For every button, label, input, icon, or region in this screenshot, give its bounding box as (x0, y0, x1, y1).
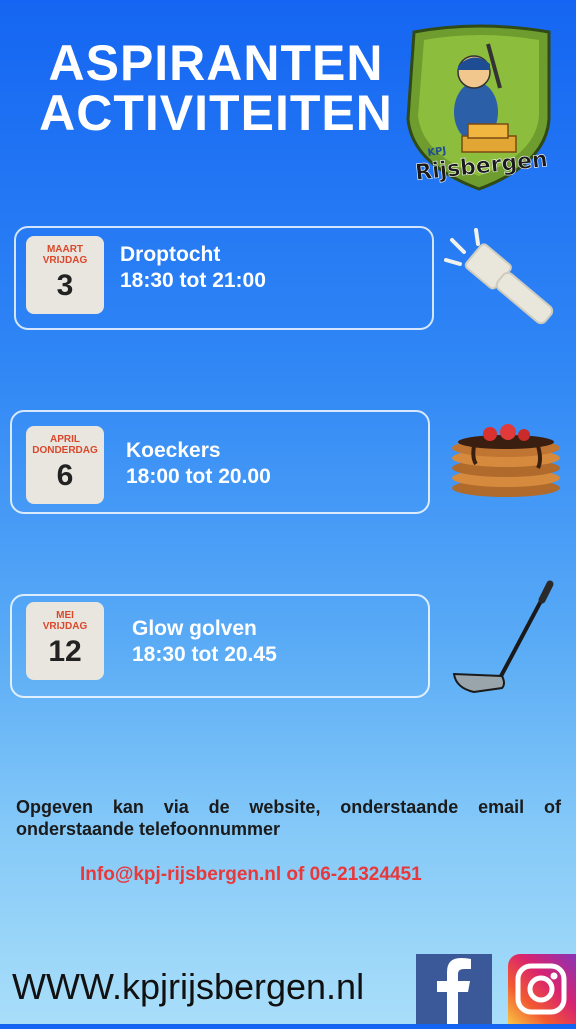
golf-club-icon (452, 580, 554, 694)
date-day: 6 (56, 459, 74, 492)
date-weekday: VRIJDAG (42, 255, 88, 266)
facebook-icon (437, 958, 471, 1024)
title-line-2: ACTIVITEITEN (39, 85, 393, 141)
event-name: Koeckers (126, 439, 221, 462)
event-time: 18:00 tot 20.00 (126, 465, 271, 488)
date-weekday: DONDERDAG (32, 445, 98, 456)
event-name: Glow golven (132, 617, 257, 640)
date-day: 12 (48, 635, 82, 668)
event-time: 18:30 tot 20.45 (132, 643, 277, 666)
date-month: MEI (56, 610, 74, 621)
contact-link[interactable]: Info@kpj-rijsbergen.nl of 06-21324451 (80, 864, 422, 886)
event-card-koeckers: APRIL DONDERDAG 6 Koeckers 18:00 tot 20.… (10, 410, 430, 514)
flashlight-icon (444, 228, 554, 325)
signup-info: Opgeven kan via de website, onderstaande… (16, 797, 561, 839)
date-badge: APRIL DONDERDAG 6 (26, 426, 104, 504)
title-line-1: ASPIRANTEN (48, 35, 384, 91)
event-card-droptocht: MAART VRIJDAG 3 Droptocht 18:30 tot 21:0… (14, 226, 434, 330)
date-badge: MEI VRIJDAG 12 (26, 602, 104, 680)
website-link[interactable]: WWW.kpjrijsbergen.nl (12, 966, 364, 1008)
instagram-icon (515, 963, 567, 1015)
event-card-glow-golven: MEI VRIJDAG 12 Glow golven 18:30 tot 20.… (10, 594, 430, 698)
pancakes-icon (452, 424, 560, 497)
instagram-button[interactable] (508, 954, 576, 1024)
date-month: APRIL (50, 434, 80, 445)
date-month: MAART (46, 244, 84, 255)
facebook-button[interactable] (416, 954, 492, 1024)
date-badge: MAART VRIJDAG 3 (26, 236, 104, 314)
page-title: ASPIRANTEN ACTIVITEITEN (36, 38, 396, 138)
date-weekday: VRIJDAG (42, 621, 88, 632)
event-name: Droptocht (120, 243, 221, 266)
event-time: 18:30 tot 21:00 (120, 269, 266, 292)
date-day: 3 (56, 269, 74, 302)
kpj-logo: KPJ Rijsbergen (406, 24, 551, 191)
